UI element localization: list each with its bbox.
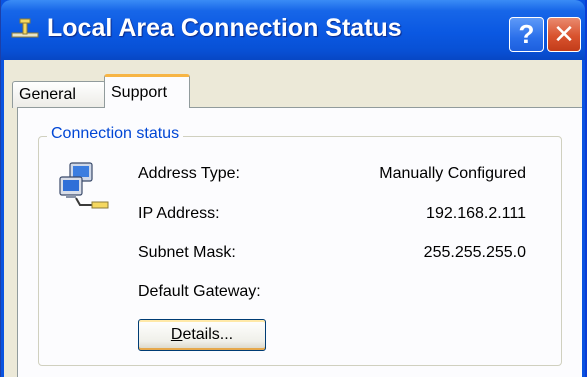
details-button[interactable]: Details...: [138, 319, 266, 351]
connection-status-label: Connection status: [47, 125, 184, 143]
dialog-body: General Support Connection status Addres…: [4, 60, 582, 377]
address-type-label: Address Type:: [138, 165, 240, 182]
default-gateway-label: Default Gateway:: [138, 283, 261, 300]
window-title: Local Area Connection Status: [47, 14, 402, 42]
ip-address-label: IP Address:: [138, 205, 220, 222]
address-type-value: Manually Configured: [379, 165, 526, 182]
subnet-mask-value: 255.255.255.0: [423, 244, 526, 261]
ip-address-value: 192.168.2.111: [426, 205, 526, 222]
tab-support[interactable]: Support: [104, 74, 190, 108]
title-bar[interactable]: Local Area Connection Status ? ✕: [1, 0, 585, 60]
tab-general[interactable]: General: [12, 81, 106, 108]
details-label: etails...: [182, 326, 234, 343]
window-frame: Local Area Connection Status ? ✕ General…: [0, 0, 587, 377]
network-computers-icon: [59, 162, 109, 209]
close-button[interactable]: ✕: [547, 17, 581, 52]
details-mnemonic: D: [170, 326, 183, 343]
help-button[interactable]: ?: [509, 17, 544, 52]
subnet-mask-label: Subnet Mask:: [138, 244, 236, 261]
network-connection-icon: [11, 18, 39, 38]
